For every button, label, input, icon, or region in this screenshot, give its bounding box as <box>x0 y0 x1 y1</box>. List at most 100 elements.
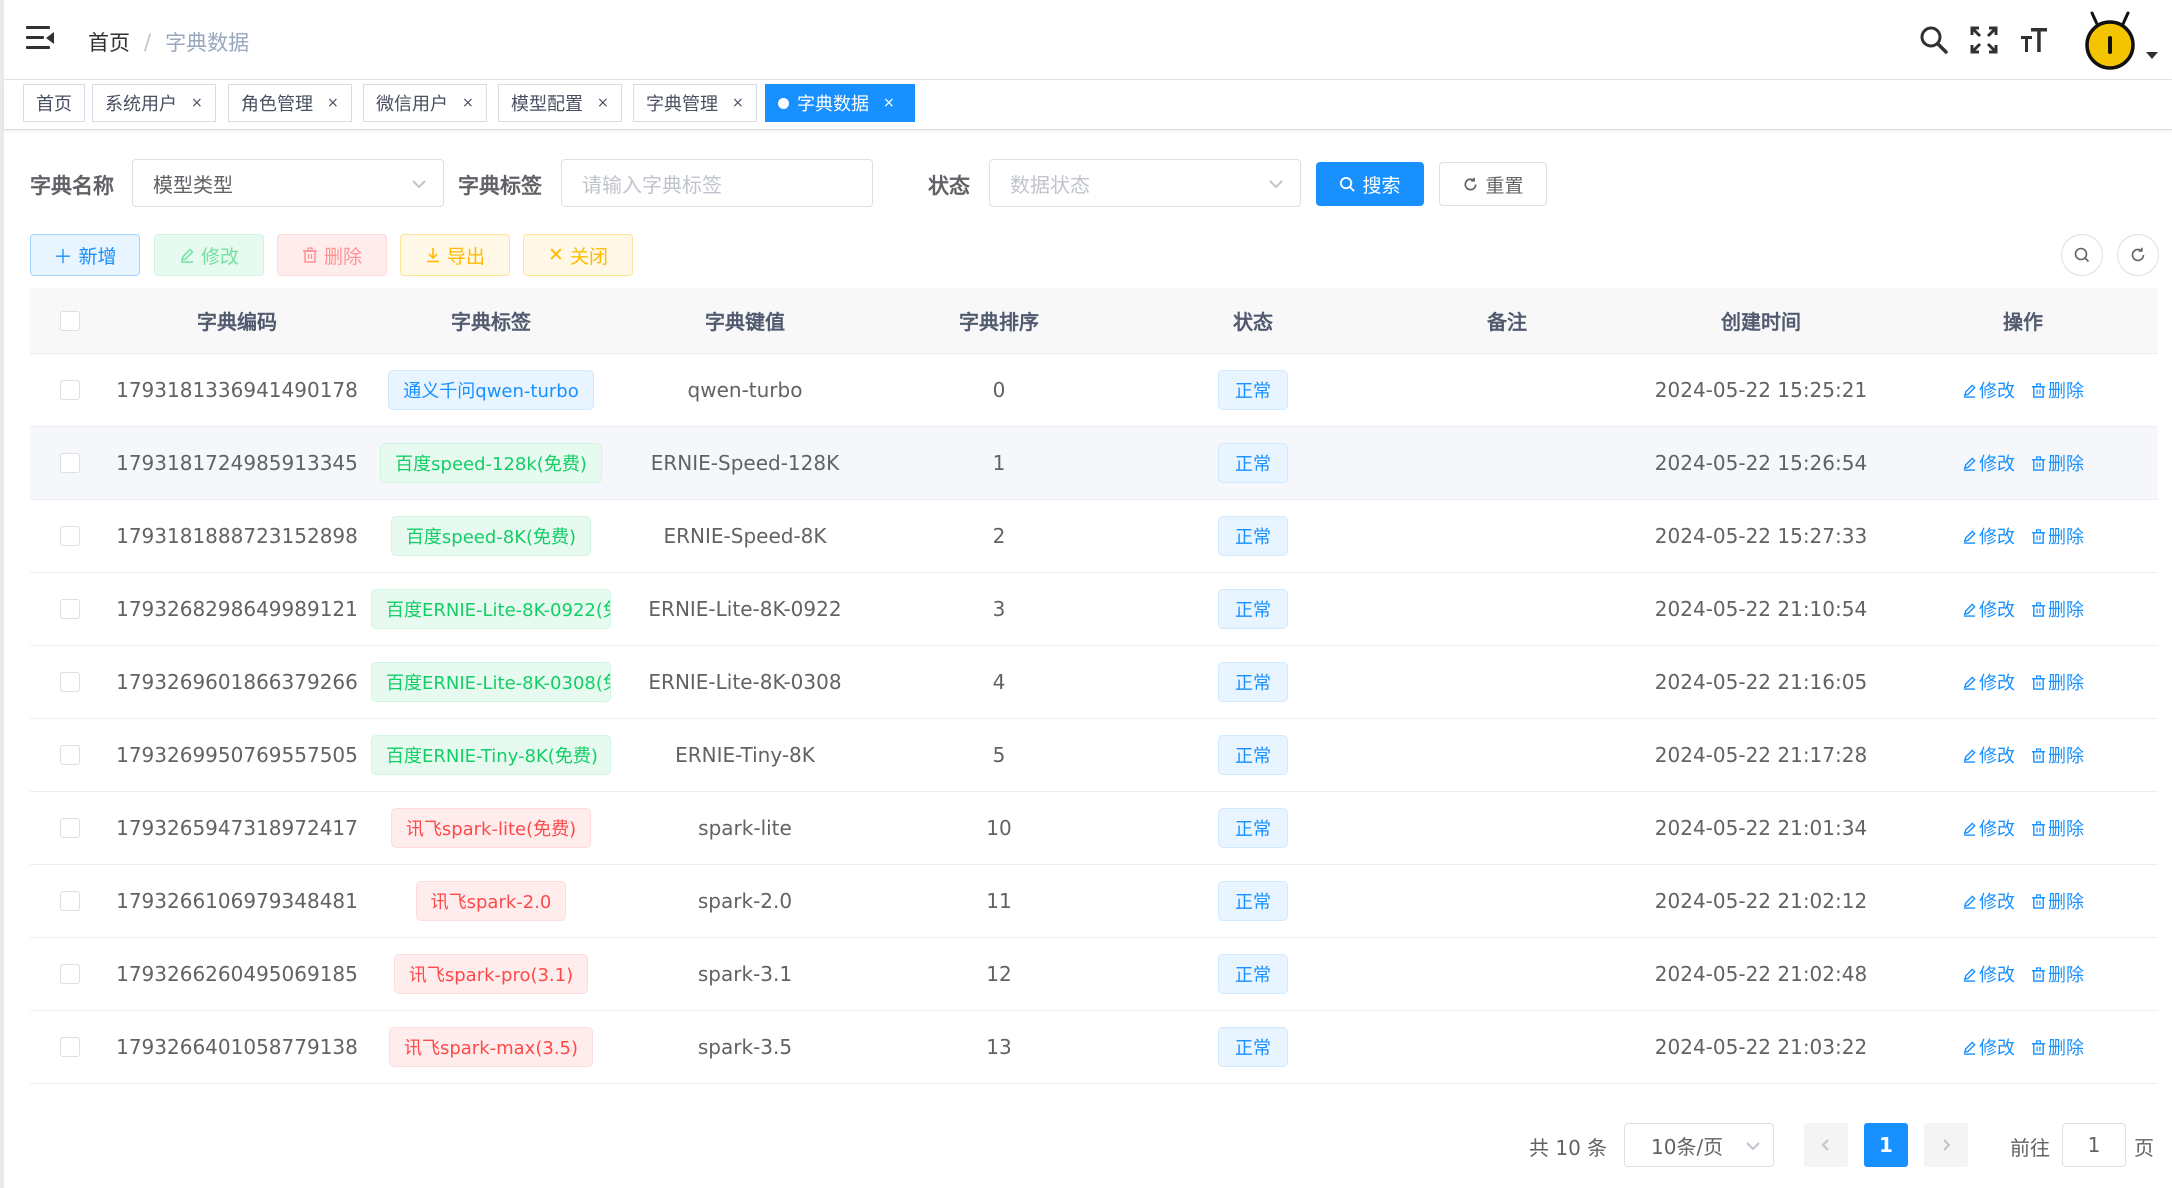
row-delete-link[interactable]: 删除 <box>2031 888 2084 914</box>
reset-button[interactable]: 重置 <box>1439 162 1547 206</box>
edit-button[interactable]: 修改 <box>154 234 264 276</box>
row-checkbox[interactable] <box>60 818 80 838</box>
delete-icon <box>2031 528 2046 544</box>
operations-cell: 修改 删除 <box>1888 669 2158 695</box>
row-edit-link[interactable]: 修改 <box>1962 1034 2015 1060</box>
chevron-down-icon <box>1269 180 1283 189</box>
status-badge: 正常 <box>1218 516 1288 556</box>
tag-label: 字典数据 <box>797 94 869 115</box>
prev-page-button[interactable] <box>1804 1123 1848 1167</box>
refresh-button[interactable] <box>2117 234 2159 276</box>
row-edit-link[interactable]: 修改 <box>1962 815 2015 841</box>
row-checkbox[interactable] <box>60 964 80 984</box>
tag-dict-data[interactable]: 字典数据 × <box>765 84 915 122</box>
row-edit-link[interactable]: 修改 <box>1962 450 2015 476</box>
dict-label-input[interactable]: 请输入字典标签 <box>561 159 873 207</box>
dict-value-cell: ERNIE-Lite-8K-0922 <box>648 597 842 621</box>
dict-sort-cell: 10 <box>986 816 1012 840</box>
row-delete-label: 删除 <box>2048 600 2084 621</box>
checkbox-cell <box>30 380 110 400</box>
export-button-label: 导出 <box>446 245 485 268</box>
row-checkbox[interactable] <box>60 672 80 692</box>
row-edit-link[interactable]: 修改 <box>1962 742 2015 768</box>
row-delete-link[interactable]: 删除 <box>2031 961 2084 987</box>
row-checkbox[interactable] <box>60 599 80 619</box>
row-checkbox[interactable] <box>60 453 80 473</box>
close-button[interactable]: ✕ 关闭 <box>523 234 633 276</box>
row-edit-label: 修改 <box>1979 746 2015 767</box>
tag-home[interactable]: 首页 <box>23 84 85 122</box>
edit-icon <box>1963 967 1976 982</box>
table-row: 1793266260495069185 讯飞spark-pro(3.1) spark… <box>30 938 2158 1011</box>
next-page-button[interactable] <box>1924 1123 1968 1167</box>
created-time-cell: 2024-05-22 15:26:54 <box>1654 451 1868 475</box>
close-icon[interactable]: × <box>732 95 744 111</box>
row-checkbox[interactable] <box>60 1037 80 1057</box>
row-edit-link[interactable]: 修改 <box>1962 596 2015 622</box>
close-icon[interactable]: × <box>191 95 203 111</box>
operations-cell: 修改 删除 <box>1888 888 2158 914</box>
status-cell: 正常 <box>1126 808 1380 848</box>
tag-system-users[interactable]: 系统用户 × <box>92 84 216 122</box>
export-button[interactable]: 导出 <box>400 234 510 276</box>
row-delete-link[interactable]: 删除 <box>2031 523 2084 549</box>
delete-icon <box>2031 382 2046 398</box>
edit-icon <box>1963 821 1976 836</box>
status-cell: 正常 <box>1126 735 1380 775</box>
row-delete-link[interactable]: 删除 <box>2031 450 2084 476</box>
dict-label-cell: 百度ERNIE-Tiny-8K(免费) <box>364 735 618 775</box>
goto-page-input[interactable] <box>2062 1123 2126 1167</box>
row-checkbox[interactable] <box>60 526 80 546</box>
row-delete-link[interactable]: 删除 <box>2031 377 2084 403</box>
chevron-down-icon[interactable] <box>2146 51 2158 59</box>
tag-wechat-users[interactable]: 微信用户 × <box>363 84 487 122</box>
add-button[interactable]: ＋新增 <box>30 234 140 276</box>
font-size-icon[interactable] <box>2016 22 2052 58</box>
status-label: 状态 <box>928 174 970 198</box>
tag-model-config[interactable]: 模型配置 × <box>498 84 622 122</box>
fullscreen-icon[interactable] <box>1966 22 2002 58</box>
search-icon[interactable] <box>1916 22 1952 58</box>
row-checkbox[interactable] <box>60 891 80 911</box>
row-edit-link[interactable]: 修改 <box>1962 523 2015 549</box>
delete-icon <box>2031 747 2046 763</box>
dict-code-cell: 1793269950769557505 <box>116 743 358 767</box>
row-checkbox[interactable] <box>60 745 80 765</box>
tag-label: 首页 <box>36 94 72 115</box>
dict-code-cell: 1793181336941490178 <box>116 378 358 402</box>
page-size-select[interactable]: 10条/页 <box>1624 1123 1774 1167</box>
dict-code-cell: 1793181888723152898 <box>116 524 358 548</box>
tag-role-management[interactable]: 角色管理 × <box>228 84 352 122</box>
avatar[interactable] <box>2080 10 2140 70</box>
row-edit-link[interactable]: 修改 <box>1962 669 2015 695</box>
close-icon[interactable]: × <box>597 95 609 111</box>
row-delete-link[interactable]: 删除 <box>2031 815 2084 841</box>
status-select[interactable]: 数据状态 <box>989 159 1301 207</box>
page-number-current[interactable]: 1 <box>1864 1123 1908 1167</box>
select-all-checkbox[interactable] <box>60 310 80 331</box>
row-delete-link[interactable]: 删除 <box>2031 742 2084 768</box>
row-delete-link[interactable]: 删除 <box>2031 1034 2084 1060</box>
breadcrumb-home[interactable]: 首页 <box>88 27 130 57</box>
toggle-search-button[interactable] <box>2061 234 2103 276</box>
refresh-icon <box>1464 177 1478 190</box>
row-delete-link[interactable]: 删除 <box>2031 669 2084 695</box>
row-checkbox[interactable] <box>60 380 80 400</box>
close-icon[interactable]: × <box>462 95 474 111</box>
close-icon[interactable]: × <box>327 95 339 111</box>
tag-dict-management[interactable]: 字典管理 × <box>633 84 757 122</box>
dict-label-cell: 通义千问qwen-turbo <box>364 370 618 410</box>
row-delete-link[interactable]: 删除 <box>2031 596 2084 622</box>
edit-icon <box>1963 675 1976 690</box>
dict-name-select[interactable]: 模型类型 <box>132 159 444 207</box>
dict-code-cell: 1793269601866379266 <box>116 670 358 694</box>
header-checkbox-cell <box>30 310 110 331</box>
hamburger-icon[interactable] <box>26 26 54 50</box>
search-button[interactable]: 搜索 <box>1316 162 1424 206</box>
row-edit-link[interactable]: 修改 <box>1962 377 2015 403</box>
delete-button[interactable]: 删除 <box>277 234 387 276</box>
close-icon[interactable]: × <box>883 95 895 111</box>
row-edit-link[interactable]: 修改 <box>1962 888 2015 914</box>
row-edit-link[interactable]: 修改 <box>1962 961 2015 987</box>
row-delete-label: 删除 <box>2048 1038 2084 1059</box>
